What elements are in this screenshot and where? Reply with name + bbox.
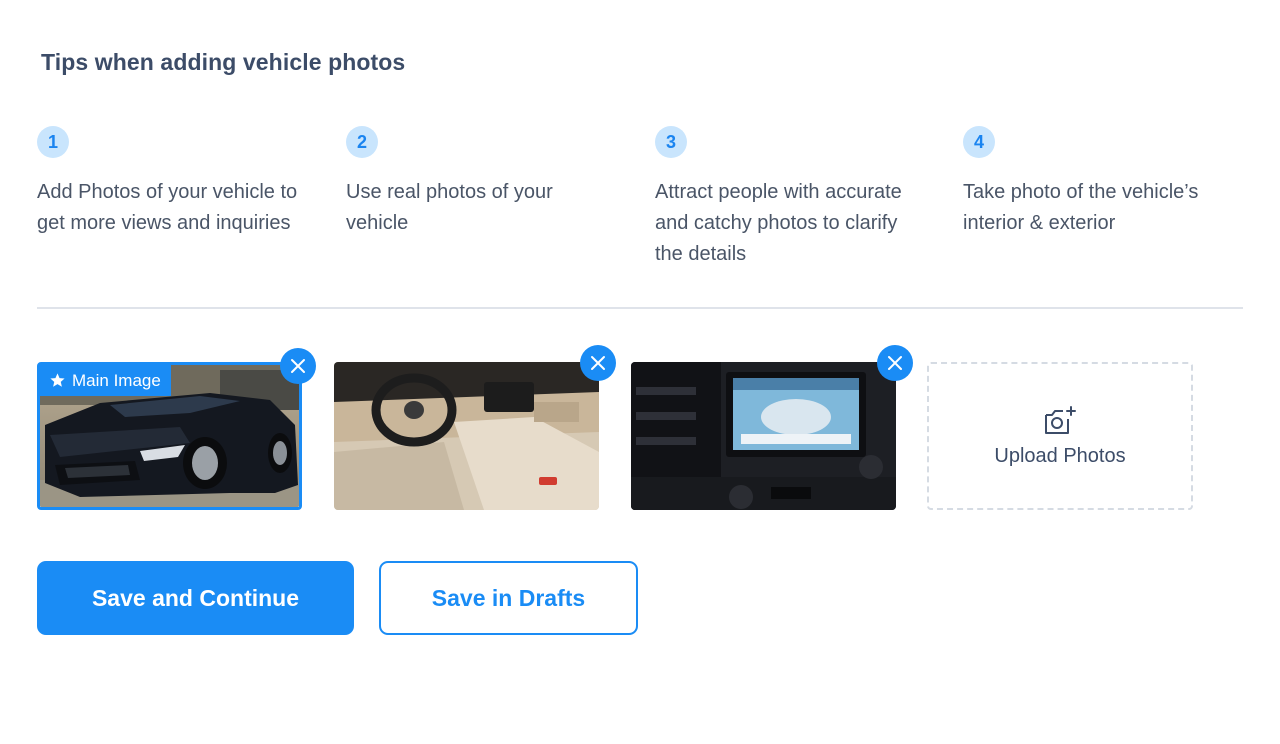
tip-text: Attract people with accurate and catchy … (655, 181, 902, 265)
photo-thumbnail[interactable] (334, 345, 616, 510)
close-icon (590, 355, 606, 371)
tip-text: Take photo of the vehicle’s interior & e… (963, 181, 1199, 234)
car-infotainment-photo (631, 362, 896, 510)
tip-item: 1 Add Photos of your vehicle to get more… (37, 126, 302, 239)
tip-number-badge: 1 (37, 126, 69, 158)
tip-number-badge: 3 (655, 126, 687, 158)
add-photos-page: Tips when adding vehicle photos 1 Add Ph… (0, 0, 1280, 744)
section-divider (37, 307, 1243, 309)
page-title: Tips when adding vehicle photos (41, 49, 406, 75)
tip-text: Use real photos of your vehicle (346, 181, 553, 234)
save-and-continue-button[interactable]: Save and Continue (37, 561, 354, 635)
tip-number-badge: 2 (346, 126, 378, 158)
main-image-label: Main Image (72, 370, 161, 390)
tip-number-badge: 4 (963, 126, 995, 158)
remove-photo-button[interactable] (580, 345, 616, 381)
upload-photos-dropzone[interactable]: Upload Photos (927, 362, 1193, 510)
photo-thumbnail-main[interactable]: Main Image (37, 348, 316, 510)
photo-thumbnail[interactable] (631, 345, 913, 510)
car-interior-photo (334, 362, 599, 510)
remove-photo-button[interactable] (280, 348, 316, 384)
save-in-drafts-button[interactable]: Save in Drafts (379, 561, 638, 635)
close-icon (887, 355, 903, 371)
star-icon (49, 372, 66, 389)
main-image-badge: Main Image (40, 365, 171, 396)
upload-photos-label: Upload Photos (994, 444, 1126, 467)
remove-photo-button[interactable] (877, 345, 913, 381)
tips-list: 1 Add Photos of your vehicle to get more… (37, 126, 1247, 276)
add-camera-icon (1042, 405, 1078, 437)
tip-item: 4 Take photo of the vehicle’s interior &… (963, 126, 1228, 239)
tip-item: 2 Use real photos of your vehicle (346, 126, 611, 239)
close-icon (290, 358, 306, 374)
tip-item: 3 Attract people with accurate and catch… (655, 126, 920, 270)
tip-text: Add Photos of your vehicle to get more v… (37, 181, 298, 234)
